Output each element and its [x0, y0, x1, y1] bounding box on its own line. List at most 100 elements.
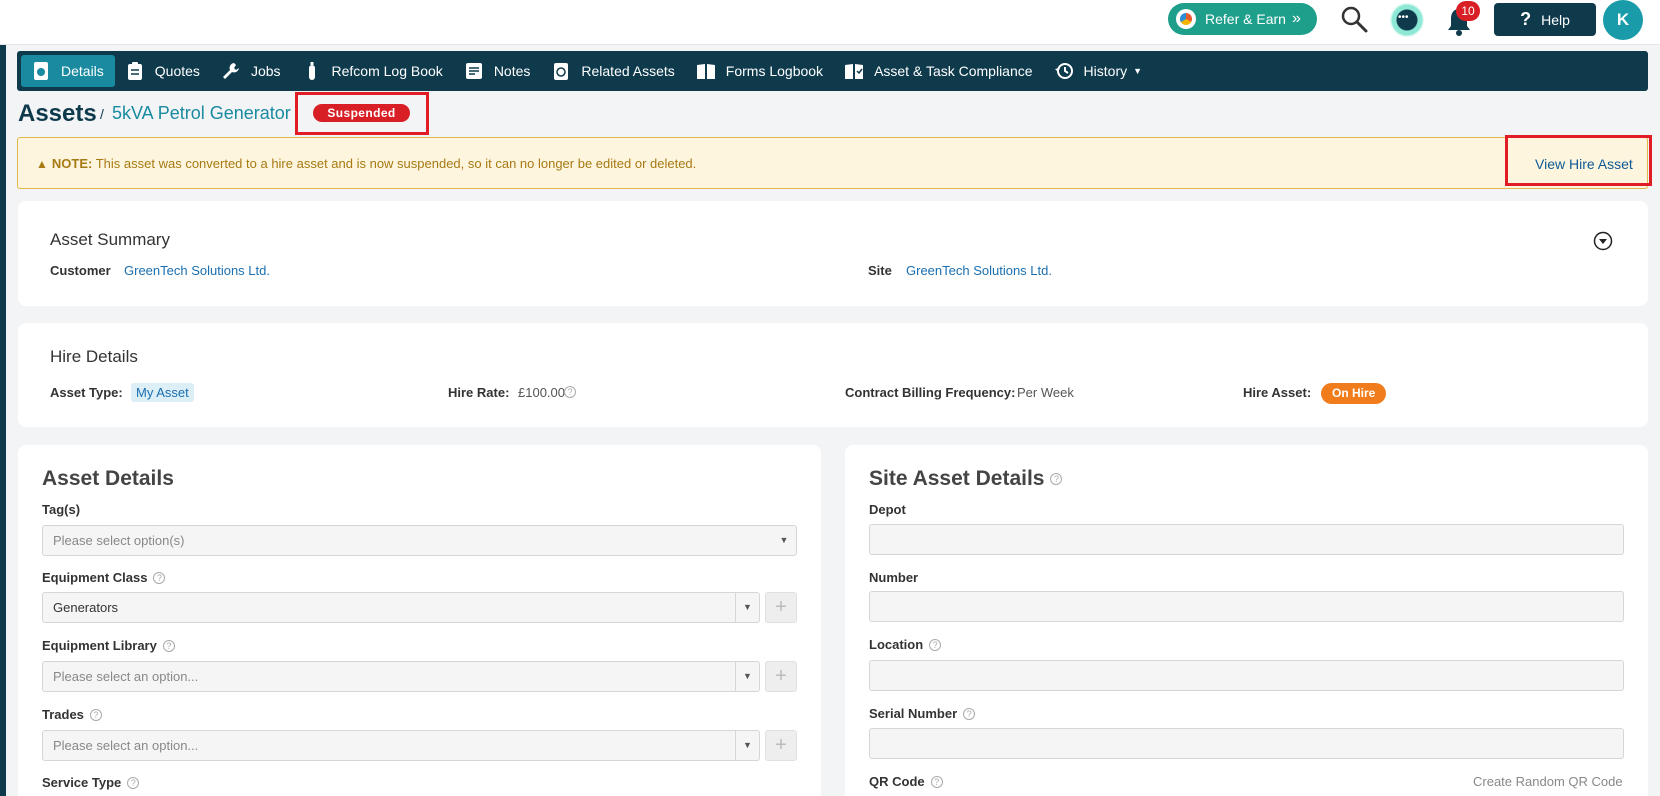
trades-placeholder: Please select an option... [53, 738, 199, 753]
help-button[interactable]: ? Help [1494, 3, 1596, 36]
equipment-class-label-text: Equipment Class [42, 570, 148, 585]
tab-jobs[interactable]: Jobs [211, 55, 292, 87]
user-avatar[interactable]: K [1603, 0, 1643, 40]
dropdown-arrow-icon: ▼ [735, 731, 759, 760]
location-label-text: Location [869, 637, 924, 652]
customer-link[interactable]: GreenTech Solutions Ltd. [124, 263, 270, 278]
qr-code-label: QR Code? [869, 774, 943, 789]
depot-field[interactable] [869, 524, 1624, 555]
highlight-box-view-hire [1505, 135, 1652, 186]
help-icon[interactable]: ? [929, 639, 942, 651]
trades-label: Trades? [42, 707, 102, 722]
breadcrumb-asset-name[interactable]: 5kVA Petrol Generator [112, 103, 291, 124]
service-type-label-text: Service Type [42, 775, 122, 790]
serial-number-label: Serial Number? [869, 706, 976, 721]
trades-select[interactable]: Please select an option... ▼ [42, 730, 760, 761]
equipment-library-placeholder: Please select an option... [53, 669, 199, 684]
tab-related-assets[interactable]: Related Assets [541, 55, 685, 87]
notification-count-badge: 10 [1456, 1, 1480, 21]
highlight-box-status [295, 92, 429, 135]
billing-frequency-value: Per Week [1017, 385, 1074, 400]
tags-label: Tag(s) [42, 502, 81, 517]
breadcrumb-separator: / [100, 106, 104, 122]
notice-banner: ▲ NOTE: This asset was converted to a hir… [17, 137, 1648, 189]
create-random-qr-code-link[interactable]: Create Random QR Code [1473, 774, 1623, 789]
tab-label: Notes [493, 63, 531, 79]
document-icon [34, 62, 48, 80]
help-icon[interactable]: ? [127, 777, 140, 789]
collapse-chevron-icon[interactable] [1593, 231, 1613, 251]
notice-prefix: NOTE: [51, 156, 93, 171]
asset-summary-title: Asset Summary [50, 230, 170, 249]
tab-label: Related Assets [581, 63, 675, 79]
tab-history[interactable]: History ▼ [1044, 55, 1153, 87]
asset-type-chip: My Asset [131, 383, 194, 402]
book-check-icon [845, 64, 864, 79]
tab-label: Forms Logbook [725, 63, 824, 79]
serial-number-field[interactable] [869, 728, 1624, 759]
serial-number-label-text: Serial Number [869, 706, 958, 721]
billing-frequency-label: Contract Billing Frequency: [845, 385, 1016, 400]
dropdown-arrow-icon: ▼ [735, 593, 759, 622]
tab-label: Quotes [154, 63, 200, 79]
number-field[interactable] [869, 591, 1624, 622]
site-asset-details-title: Site Asset Details? [869, 467, 1063, 491]
add-equipment-library-button[interactable]: + [765, 661, 797, 692]
tab-quotes[interactable]: Quotes [115, 55, 211, 87]
depot-label: Depot [869, 502, 906, 517]
help-icon[interactable]: ? [963, 708, 976, 720]
equipment-class-label: Equipment Class? [42, 570, 166, 585]
tab-asset-task-compliance[interactable]: Asset & Task Compliance [834, 55, 1043, 87]
chat-icon[interactable] [1390, 3, 1424, 37]
notice-text: ▲ NOTE: This asset was converted to a hir… [36, 156, 696, 171]
warning-icon: ▲ [36, 157, 48, 171]
add-equipment-class-button[interactable]: + [765, 592, 797, 623]
tab-details[interactable]: Details [21, 55, 115, 87]
refer-and-earn-button[interactable]: Refer & Earn » [1168, 3, 1317, 35]
asset-type-label: Asset Type: [50, 385, 123, 400]
tags-placeholder: Please select option(s) [53, 533, 185, 548]
help-icon[interactable]: ? [930, 776, 943, 788]
page-title: Assets [18, 100, 97, 127]
help-label: Help [1541, 11, 1570, 28]
help-icon[interactable]: ? [162, 640, 175, 652]
help-icon[interactable]: ? [89, 709, 102, 721]
note-icon [465, 63, 482, 79]
number-label: Number [869, 570, 919, 585]
service-type-label: Service Type? [42, 775, 140, 790]
tab-notes[interactable]: Notes [454, 55, 542, 87]
on-hire-badge: On Hire [1321, 383, 1387, 404]
search-icon[interactable] [1339, 4, 1369, 34]
add-trade-button[interactable]: + [765, 730, 797, 761]
hire-asset-label: Hire Asset: [1243, 385, 1312, 400]
caret-down-icon: ▼ [1133, 66, 1143, 76]
clipboard-icon [127, 62, 142, 80]
equipment-class-value: Generators [53, 600, 119, 615]
cylinder-icon [308, 62, 315, 80]
site-asset-details-title-text: Site Asset Details [869, 467, 1045, 490]
refer-label: Refer & Earn [1205, 11, 1286, 27]
help-icon[interactable]: ? [1050, 473, 1063, 485]
location-field[interactable] [869, 660, 1624, 691]
tab-refcom-log-book[interactable]: Refcom Log Book [292, 55, 454, 87]
hire-details-card [18, 323, 1648, 427]
hire-details-title: Hire Details [50, 347, 138, 366]
asset-icon [554, 63, 569, 80]
asset-tab-bar: Details Quotes Jobs Refcom Log Book Note… [17, 51, 1648, 91]
tab-label: Refcom Log Book [331, 63, 443, 79]
tab-label: Details [61, 63, 104, 79]
tags-select[interactable]: Please select option(s) ▼ [42, 525, 797, 556]
double-chevron-right-icon: » [1291, 10, 1301, 27]
help-icon[interactable]: ? [153, 572, 166, 584]
tab-forms-logbook[interactable]: Forms Logbook [686, 55, 834, 87]
hire-rate-label: Hire Rate: [448, 385, 510, 400]
equipment-library-select[interactable]: Please select an option... ▼ [42, 661, 760, 692]
left-edge-strip [0, 45, 6, 796]
info-icon[interactable]: ? [564, 386, 576, 398]
tab-label: Asset & Task Compliance [874, 63, 1033, 79]
qr-code-label-text: QR Code [869, 774, 925, 789]
asset-details-title: Asset Details [42, 467, 174, 490]
location-label: Location? [869, 637, 942, 652]
site-link[interactable]: GreenTech Solutions Ltd. [906, 263, 1052, 278]
equipment-class-select[interactable]: Generators ▼ [42, 592, 760, 623]
